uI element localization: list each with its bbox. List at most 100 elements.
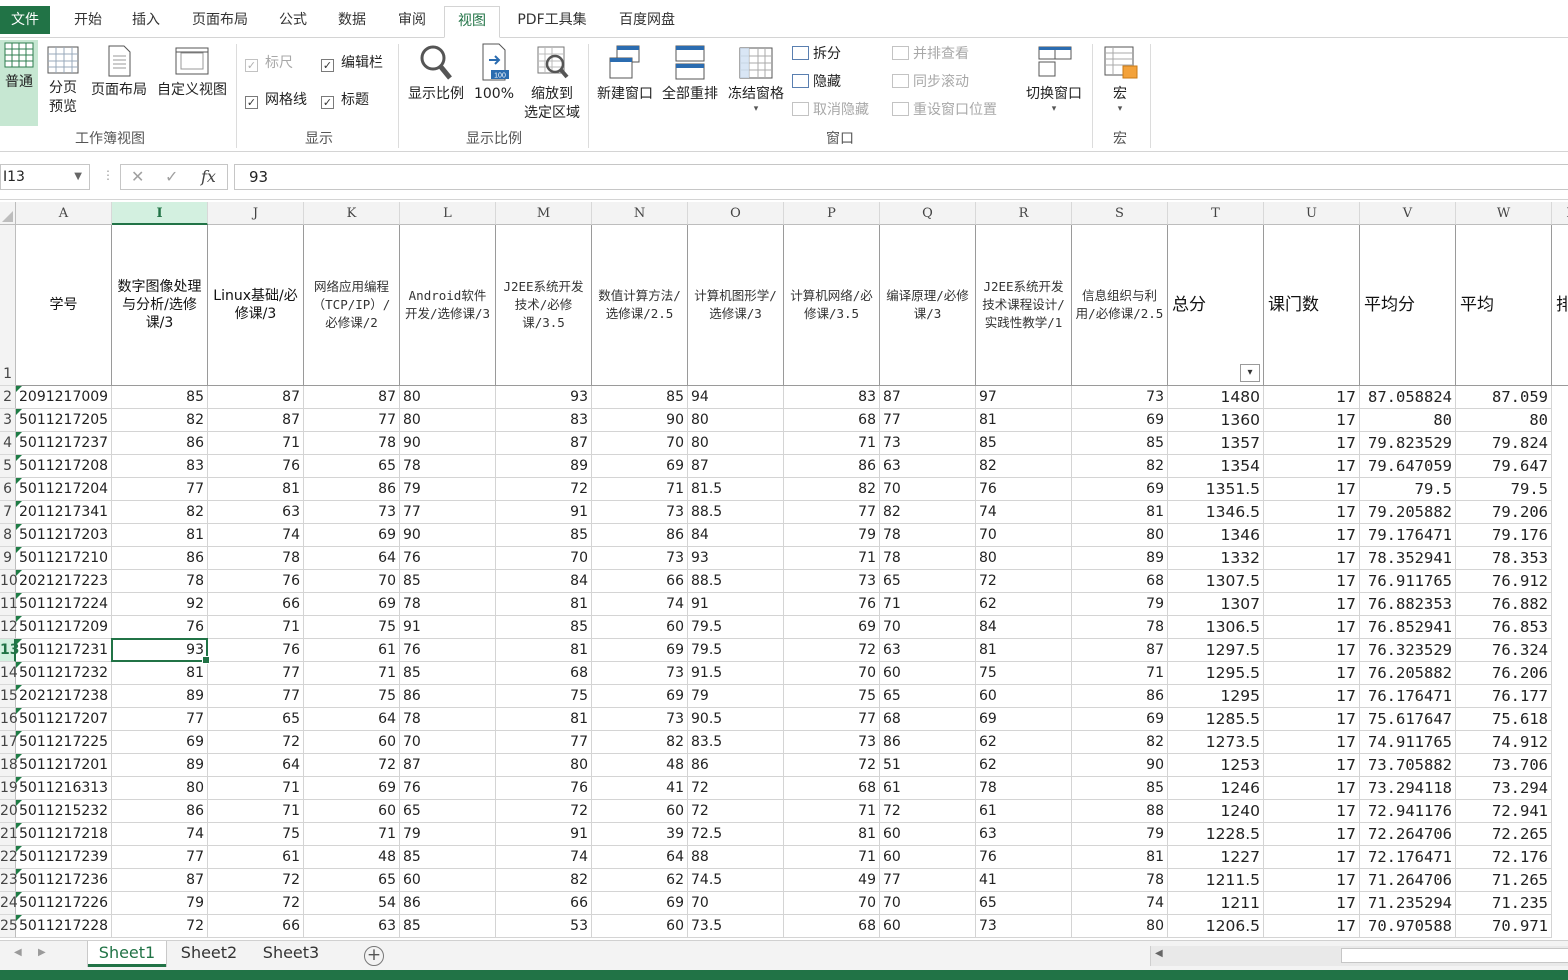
table-cell[interactable]: 1295 <box>1168 685 1264 708</box>
table-cell[interactable]: 76.323529 <box>1360 639 1456 662</box>
header-cell-K[interactable]: 网络应用编程（TCP/IP）/必修课/2 <box>304 225 400 386</box>
table-cell[interactable]: 17 <box>1264 892 1360 915</box>
column-header-U[interactable]: U <box>1264 202 1360 225</box>
column-header-R[interactable]: R <box>976 202 1072 225</box>
student-id-cell[interactable]: 5011217203 <box>16 524 112 547</box>
table-cell[interactable]: 81 <box>976 639 1072 662</box>
student-id-cell[interactable]: 5011217231 <box>16 639 112 662</box>
table-cell[interactable]: 76.912 <box>1456 570 1552 593</box>
table-cell[interactable]: 79 <box>400 478 496 501</box>
table-cell[interactable]: 84 <box>496 570 592 593</box>
table-cell[interactable]: 85 <box>400 915 496 938</box>
table-cell[interactable]: 76.853 <box>1456 616 1552 639</box>
table-cell[interactable]: 70 <box>976 524 1072 547</box>
page-break-preview-button[interactable]: 分页 预览 <box>40 44 86 117</box>
student-id-cell[interactable]: 5011217237 <box>16 432 112 455</box>
spreadsheet-grid[interactable]: A 学号 I 数字图像处理与分析/选修课/3 J Linux基础/必修课/3 K 网络应用编程… <box>0 200 1568 940</box>
row-header-10[interactable]: 10 <box>0 570 18 593</box>
formula-bar-checkbox[interactable]: ✓ 编辑栏 <box>321 53 383 73</box>
switch-windows-button[interactable]: 切换窗口 ▾ <box>1020 44 1088 114</box>
table-cell[interactable]: 87.058824 <box>1360 386 1456 409</box>
hide-button[interactable]: 隐藏 <box>792 71 841 93</box>
table-cell[interactable]: 78 <box>208 547 304 570</box>
table-cell[interactable]: 66 <box>592 570 688 593</box>
header-cell-V[interactable]: 平均分 <box>1360 225 1456 386</box>
table-cell[interactable]: 63 <box>880 639 976 662</box>
table-cell[interactable]: 73 <box>1072 386 1168 409</box>
table-cell[interactable]: 17 <box>1264 869 1360 892</box>
table-cell[interactable]: 71.235 <box>1456 892 1552 915</box>
table-cell[interactable]: 81 <box>496 593 592 616</box>
table-cell[interactable]: 79.647 <box>1456 455 1552 478</box>
ruler-checkbox[interactable]: ✓ 标尺 <box>245 53 293 73</box>
student-id-cell[interactable]: 5011217226 <box>16 892 112 915</box>
table-cell[interactable]: 1246 <box>1168 777 1264 800</box>
table-cell[interactable]: 77 <box>400 501 496 524</box>
table-cell[interactable]: 1360 <box>1168 409 1264 432</box>
table-cell[interactable]: 76.882 <box>1456 593 1552 616</box>
table-cell[interactable]: 65 <box>976 892 1072 915</box>
column-header-I[interactable]: I <box>112 202 208 225</box>
table-cell[interactable]: 77 <box>304 409 400 432</box>
table-cell[interactable]: 75 <box>976 662 1072 685</box>
table-cell[interactable]: 78 <box>1072 869 1168 892</box>
add-sheet-button[interactable]: + <box>364 946 384 966</box>
table-cell[interactable]: 73.5 <box>688 915 784 938</box>
table-cell[interactable]: 17 <box>1264 800 1360 823</box>
table-cell[interactable]: 79 <box>1072 593 1168 616</box>
table-cell[interactable]: 64 <box>304 547 400 570</box>
table-cell[interactable]: 79 <box>1072 823 1168 846</box>
table-cell[interactable]: 68 <box>784 777 880 800</box>
row-header-23[interactable]: 23 <box>0 869 18 892</box>
table-cell[interactable]: 60 <box>400 869 496 892</box>
filter-dropdown-icon[interactable]: ▾ <box>1240 364 1260 382</box>
table-cell[interactable]: 54 <box>304 892 400 915</box>
ribbon-tab-8[interactable]: PDF工具集 <box>502 6 602 36</box>
table-cell[interactable]: 69 <box>592 892 688 915</box>
table-cell[interactable]: 1307 <box>1168 593 1264 616</box>
header-cell-J[interactable]: Linux基础/必修课/3 <box>208 225 304 386</box>
table-cell[interactable]: 73.294 <box>1456 777 1552 800</box>
table-cell[interactable]: 70 <box>592 432 688 455</box>
table-cell[interactable]: 81 <box>112 662 208 685</box>
table-cell[interactable]: 78 <box>880 547 976 570</box>
row-header-5[interactable]: 5 <box>0 455 16 478</box>
table-cell[interactable]: 87 <box>1072 639 1168 662</box>
table-cell[interactable]: 81 <box>112 524 208 547</box>
table-cell[interactable]: 78.352941 <box>1360 547 1456 570</box>
table-cell[interactable]: 61 <box>976 800 1072 823</box>
table-cell[interactable]: 73 <box>784 570 880 593</box>
table-cell[interactable]: 86 <box>592 524 688 547</box>
ribbon-tab-1[interactable]: 开始 <box>60 6 116 36</box>
table-cell[interactable]: 76 <box>112 616 208 639</box>
row-header-11[interactable]: 11 <box>0 593 18 616</box>
header-cell-I[interactable]: 数字图像处理与分析/选修课/3 <box>112 225 208 386</box>
table-cell[interactable]: 87 <box>208 386 304 409</box>
table-cell[interactable]: 60 <box>592 915 688 938</box>
table-cell[interactable]: 72 <box>688 777 784 800</box>
ribbon-tab-4[interactable]: 公式 <box>266 6 320 36</box>
table-cell[interactable]: 75 <box>784 685 880 708</box>
ribbon-tab-3[interactable]: 页面布局 <box>178 6 262 36</box>
table-cell[interactable]: 75.618 <box>1456 708 1552 731</box>
table-cell[interactable]: 62 <box>976 593 1072 616</box>
student-id-cell[interactable]: 5011217224 <box>16 593 112 616</box>
table-cell[interactable]: 17 <box>1264 662 1360 685</box>
table-cell[interactable]: 91.5 <box>688 662 784 685</box>
table-cell[interactable]: 79.176 <box>1456 524 1552 547</box>
table-cell[interactable]: 73 <box>880 432 976 455</box>
table-cell[interactable]: 72.941176 <box>1360 800 1456 823</box>
table-cell[interactable]: 1346.5 <box>1168 501 1264 524</box>
table-cell[interactable]: 79.206 <box>1456 501 1552 524</box>
headings-checkbox[interactable]: ✓ 标题 <box>321 90 369 110</box>
table-cell[interactable]: 69 <box>304 777 400 800</box>
table-cell[interactable]: 86 <box>112 432 208 455</box>
table-cell[interactable]: 17 <box>1264 754 1360 777</box>
table-cell[interactable]: 64 <box>208 754 304 777</box>
table-cell[interactable]: 63 <box>880 455 976 478</box>
table-cell[interactable]: 73 <box>592 662 688 685</box>
table-cell[interactable]: 71 <box>208 616 304 639</box>
table-cell[interactable]: 93 <box>112 639 208 662</box>
table-cell[interactable]: 83 <box>496 409 592 432</box>
table-cell[interactable]: 66 <box>208 915 304 938</box>
